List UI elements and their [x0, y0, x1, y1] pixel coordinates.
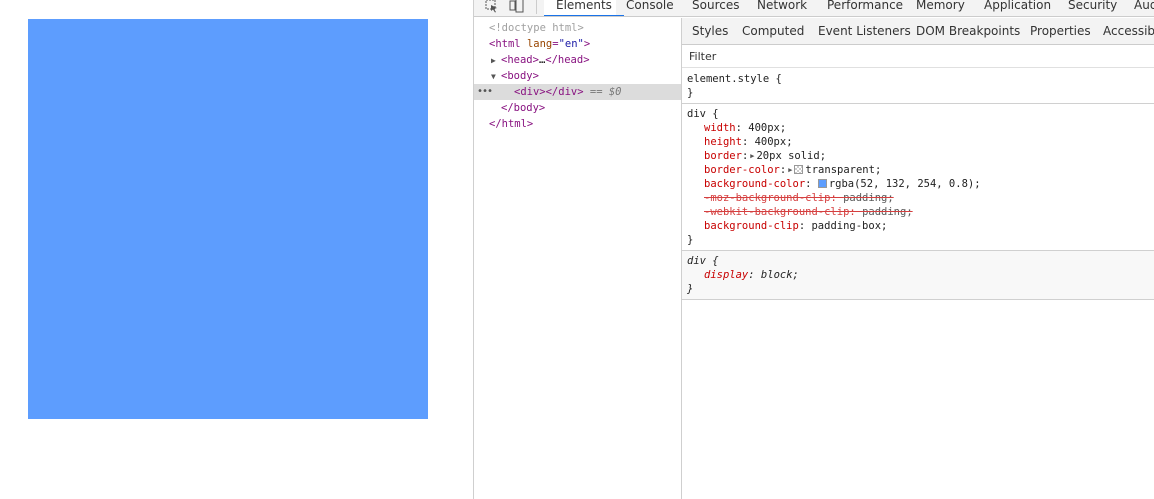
- elements-tree: <!doctype html> <html lang="en"> ▶ <head>…: [474, 18, 682, 499]
- head-close-tag: </head>: [545, 54, 590, 66]
- collapse-arrow-icon[interactable]: ▼: [491, 69, 501, 85]
- subtab-event-listeners[interactable]: Event Listeners: [818, 24, 911, 38]
- tab-console[interactable]: Console: [626, 0, 674, 16]
- html-close-tag: </html>: [489, 118, 534, 130]
- toolbar-separator: [536, 0, 537, 14]
- body-close-tag: </body>: [501, 102, 546, 114]
- sidebar-tabs: Styles Computed Event Listeners DOM Brea…: [682, 18, 1154, 45]
- devtools-panel: Elements Console Sources Network Perform…: [473, 0, 1154, 499]
- rule-selector: div {: [687, 255, 719, 267]
- filter-input[interactable]: [689, 50, 989, 63]
- decl-height[interactable]: height: 400px;: [687, 135, 1150, 149]
- decl-border-color[interactable]: border-color: ▶ transparent;: [687, 163, 1150, 177]
- decl-width[interactable]: width: 400px;: [687, 121, 1150, 135]
- tree-html[interactable]: <html lang="en">: [474, 36, 681, 52]
- tab-application[interactable]: Application: [984, 0, 1051, 16]
- rule-selector: element.style {: [687, 73, 782, 85]
- tab-audits[interactable]: Aud: [1134, 0, 1154, 16]
- rule-close: }: [687, 234, 694, 246]
- transparent-swatch-icon[interactable]: [794, 165, 804, 174]
- rule-user-agent-div[interactable]: div { display: block; }: [682, 251, 1154, 300]
- screen: Elements Console Sources Network Perform…: [0, 0, 1154, 499]
- rule-close: }: [687, 283, 694, 295]
- tree-doctype[interactable]: <!doctype html>: [474, 20, 681, 36]
- decl-background-clip[interactable]: background-clip: padding-box;: [687, 219, 1150, 233]
- page-preview: [0, 0, 473, 499]
- rule-div[interactable]: div { width: 400px; height: 400px; borde…: [682, 104, 1154, 251]
- filter-bar: [682, 46, 1154, 68]
- rule-element-style[interactable]: element.style { }: [682, 69, 1154, 104]
- subtab-accessibility[interactable]: Accessibil: [1103, 24, 1154, 38]
- div-close-tag: </div>: [545, 86, 584, 98]
- tree-html-close[interactable]: </html>: [474, 116, 681, 132]
- subtab-dom-breakpoints[interactable]: DOM Breakpoints: [916, 24, 1020, 38]
- html-attr-value: "en": [558, 38, 584, 50]
- selected-marker: == $0: [589, 86, 622, 98]
- tab-performance[interactable]: Performance: [827, 0, 903, 16]
- color-swatch-icon[interactable]: [817, 179, 827, 188]
- decl-border[interactable]: border: ▶ 20px solid;: [687, 149, 1150, 163]
- subtab-properties[interactable]: Properties: [1030, 24, 1091, 38]
- inspect-element-icon[interactable]: [484, 0, 500, 14]
- rule-selector: div {: [687, 108, 719, 120]
- tree-head[interactable]: ▶ <head>…</head>: [474, 52, 681, 68]
- html-attr-name: lang: [526, 38, 553, 50]
- tree-body-close[interactable]: </body>: [474, 100, 681, 116]
- tree-body[interactable]: ▼ <body>: [474, 68, 681, 84]
- expand-shorthand-icon[interactable]: ▶: [788, 163, 792, 177]
- tab-network[interactable]: Network: [757, 0, 807, 16]
- tab-sources[interactable]: Sources: [692, 0, 739, 16]
- styles-pane: Styles Computed Event Listeners DOM Brea…: [682, 18, 1154, 499]
- rule-close: }: [687, 87, 694, 99]
- decl-background-color[interactable]: background-color: rgba(52, 132, 254, 0.8…: [687, 177, 1150, 191]
- tree-div-selected[interactable]: ••• <div></div> == $0: [474, 84, 681, 100]
- subtab-styles[interactable]: Styles: [692, 24, 728, 38]
- tab-security[interactable]: Security: [1068, 0, 1117, 16]
- expand-shorthand-icon[interactable]: ▶: [750, 149, 754, 163]
- head-open-tag: <head>: [501, 54, 539, 66]
- tab-memory[interactable]: Memory: [916, 0, 965, 16]
- blue-box[interactable]: [28, 19, 428, 419]
- expand-arrow-icon[interactable]: ▶: [491, 53, 501, 69]
- more-actions-icon[interactable]: •••: [477, 84, 493, 100]
- decl-display[interactable]: display: block;: [687, 268, 1150, 282]
- body-open-tag: <body>: [501, 70, 539, 82]
- doctype-text: <!doctype html>: [489, 22, 584, 34]
- style-rules: element.style { } div { width: 400px; he…: [682, 69, 1154, 300]
- device-toolbar-icon[interactable]: [509, 0, 525, 14]
- subtab-computed[interactable]: Computed: [742, 24, 804, 38]
- html-tag-name: html: [495, 38, 521, 50]
- devtools-toolbar: Elements Console Sources Network Perform…: [474, 0, 1154, 17]
- tab-elements[interactable]: Elements: [544, 0, 624, 16]
- div-open-tag: <div>: [514, 86, 546, 98]
- decl-moz-background-clip[interactable]: -moz-background-clip: padding;: [687, 191, 1150, 205]
- decl-webkit-background-clip[interactable]: -webkit-background-clip: padding;: [687, 205, 1150, 219]
